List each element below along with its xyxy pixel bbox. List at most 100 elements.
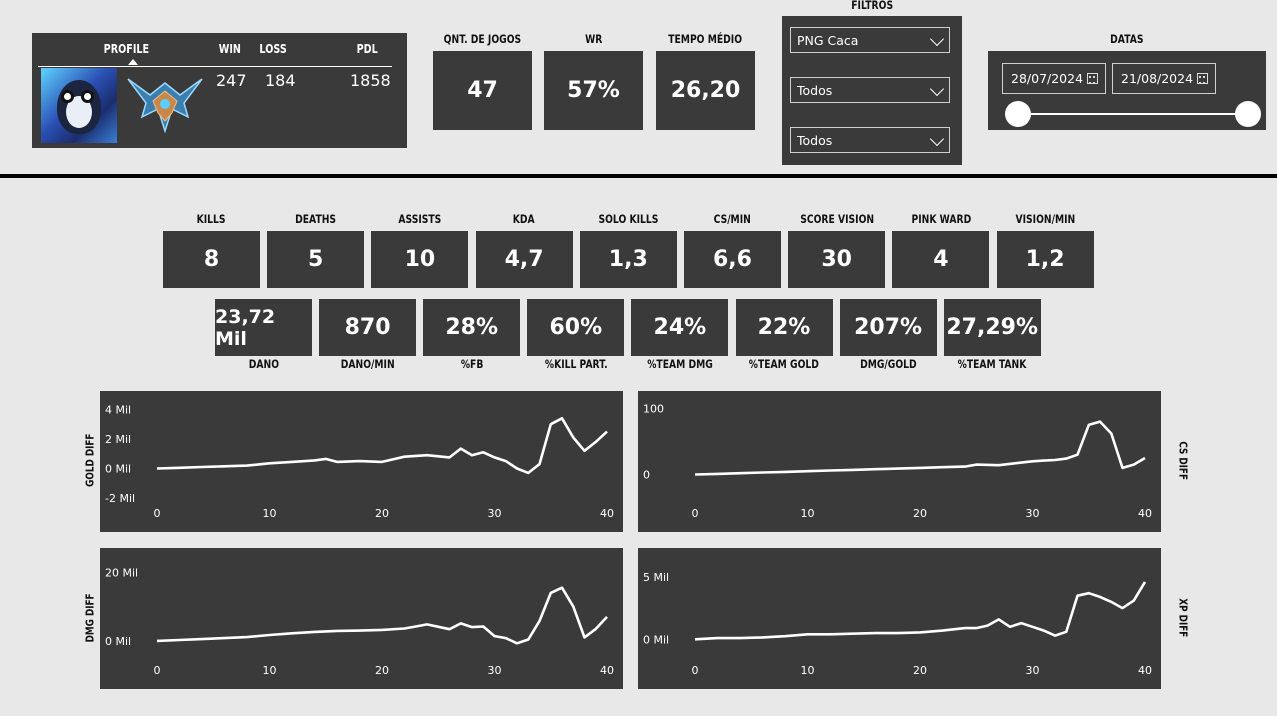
xp-diff-series-line[interactable] <box>694 581 1147 641</box>
win-value: 247 <box>216 71 247 90</box>
cs-min-card: 6,6 <box>684 231 781 288</box>
penguin-avatar-icon <box>41 68 117 143</box>
section-divider <box>0 174 1277 178</box>
fb-card: 28% <box>423 299 521 356</box>
kills-card: 8 <box>163 231 260 288</box>
x-tick-label: 40 <box>600 664 614 677</box>
date-range-track[interactable] <box>1016 113 1250 115</box>
dmg-diff-chart-svg: 0 Mil 20 Mil 0 10 20 30 40 <box>105 566 614 677</box>
kda-label: KDA <box>513 212 536 226</box>
cs-min-label: CS/MIN <box>713 212 752 226</box>
gold-diff-chart-svg: -2 Mil 0 Mil 2 Mil 4 Mil 0 10 20 30 40 <box>105 403 614 520</box>
date-range-end-handle[interactable] <box>1235 101 1261 127</box>
x-tick-label: 20 <box>375 507 389 520</box>
y-tick-label: -2 Mil <box>105 492 135 505</box>
filter-select-3[interactable]: Todos <box>790 127 950 153</box>
xp-diff-chart-svg: 0 Mil 5 Mil 0 10 20 30 40 <box>643 571 1152 677</box>
x-tick-label: 30 <box>1026 507 1040 520</box>
team-tank-label: %TEAM TANK <box>957 357 1027 371</box>
dano-min-card: 870 <box>319 299 417 356</box>
x-tick-label: 40 <box>1138 507 1152 520</box>
qnt-de-jogos-label: QNT. DE JOGOS <box>443 32 522 46</box>
tempo-m-dio-label: TEMPO MÉDIO <box>668 32 743 46</box>
dmg-gold-label: DMG/GOLD <box>859 357 917 371</box>
x-tick-label: 40 <box>600 507 614 520</box>
dano-min-label: DANO/MIN <box>340 357 395 371</box>
loss-value: 184 <box>265 71 296 90</box>
x-tick-label: 20 <box>913 664 927 677</box>
cs-diff-axis-label: CS DIFF <box>1176 440 1190 480</box>
y-tick-label: 0 <box>643 469 650 482</box>
calendar-icon[interactable] <box>1087 73 1098 84</box>
cs-diff-chart-svg: 0 100 0 10 20 30 40 <box>643 402 1152 520</box>
fb-label: %FB <box>460 357 483 371</box>
score-vision-card: 30 <box>788 231 886 288</box>
header-divider <box>38 66 392 67</box>
y-tick-label: 5 Mil <box>643 571 669 584</box>
qnt-de-jogos-card: 47 <box>433 51 532 130</box>
x-tick-label: 30 <box>1026 664 1040 677</box>
kills-label: KILLS <box>197 212 226 226</box>
gold-diff-chart[interactable]: -2 Mil 0 Mil 2 Mil 4 Mil 0 10 20 30 40 <box>100 391 623 532</box>
profile-header[interactable]: PROFILE <box>98 42 155 56</box>
y-tick-label: 100 <box>643 402 664 415</box>
x-tick-label: 10 <box>263 664 277 677</box>
dates-panel: 28/07/2024 21/08/2024 <box>988 51 1266 130</box>
filters-panel: PNG Caca Todos Todos <box>782 16 962 165</box>
assists-card: 10 <box>371 231 469 288</box>
solo-kills-card: 1,3 <box>579 231 677 288</box>
deaths-card: 5 <box>267 231 365 288</box>
pdl-header: PDL <box>356 42 378 56</box>
team-gold-card: 22% <box>735 299 833 356</box>
gold-diff-series-line[interactable] <box>156 416 608 475</box>
kill-part-label: %KILL PART. <box>544 357 608 371</box>
dmg-diff-chart[interactable]: 0 Mil 20 Mil 0 10 20 30 40 <box>100 548 623 689</box>
vision-min-card: 1,2 <box>996 231 1094 288</box>
y-tick-label: 0 Mil <box>105 635 131 648</box>
y-tick-label: 2 Mil <box>105 433 131 446</box>
end-date-input[interactable]: 21/08/2024 <box>1112 63 1216 94</box>
x-tick-label: 30 <box>488 507 502 520</box>
team-dmg-label: %TEAM DMG <box>647 357 713 371</box>
x-tick-label: 10 <box>801 507 815 520</box>
chevron-down-icon <box>929 31 945 47</box>
filters-title: FILTROS <box>851 0 893 12</box>
dano-label: DANO <box>248 357 279 371</box>
team-gold-label: %TEAM GOLD <box>748 357 820 371</box>
pink-ward-label: PINK WARD <box>911 212 971 226</box>
pink-ward-card: 4 <box>892 231 990 288</box>
win-header: WIN <box>218 42 241 56</box>
xp-diff-axis-label: XP DIFF <box>1176 597 1190 637</box>
player-select[interactable]: PNG Caca <box>790 27 950 53</box>
x-tick-label: 30 <box>488 664 502 677</box>
team-tank-card: 27,29% <box>943 299 1041 356</box>
dmg-diff-series-line[interactable] <box>156 586 608 645</box>
start-date-input[interactable]: 28/07/2024 <box>1002 63 1106 94</box>
sort-arrow-icon <box>128 59 138 65</box>
y-tick-label: 20 Mil <box>105 566 138 579</box>
vision-min-label: VISION/MIN <box>1015 212 1075 226</box>
assists-label: ASSISTS <box>398 212 442 226</box>
dmg-diff-axis-label: DMG DIFF <box>83 592 97 642</box>
xp-diff-chart[interactable]: 0 Mil 5 Mil 0 10 20 30 40 <box>638 548 1161 689</box>
cs-diff-series-line[interactable] <box>694 420 1146 476</box>
wr-label: WR <box>584 32 603 46</box>
y-tick-label: 0 Mil <box>643 633 669 646</box>
cs-diff-chart[interactable]: 0 100 0 10 20 30 40 <box>638 391 1161 532</box>
x-tick-label: 0 <box>154 664 161 677</box>
filter-select-2[interactable]: Todos <box>790 77 950 103</box>
chevron-down-icon <box>929 81 945 97</box>
deaths-label: DEATHS <box>295 212 337 226</box>
date-range-start-handle[interactable] <box>1005 101 1031 127</box>
calendar-icon[interactable] <box>1197 73 1208 84</box>
pdl-value: 1858 <box>350 71 391 90</box>
x-tick-label: 0 <box>154 507 161 520</box>
gold-diff-axis-label: GOLD DIFF <box>83 433 97 487</box>
x-tick-label: 10 <box>263 507 277 520</box>
solo-kills-label: SOLO KILLS <box>598 212 659 226</box>
x-tick-label: 0 <box>692 664 699 677</box>
score-vision-label: SCORE VISION <box>799 212 874 226</box>
team-dmg-card: 24% <box>631 299 729 356</box>
y-tick-label: 4 Mil <box>105 403 131 416</box>
loss-header: LOSS <box>259 42 287 56</box>
